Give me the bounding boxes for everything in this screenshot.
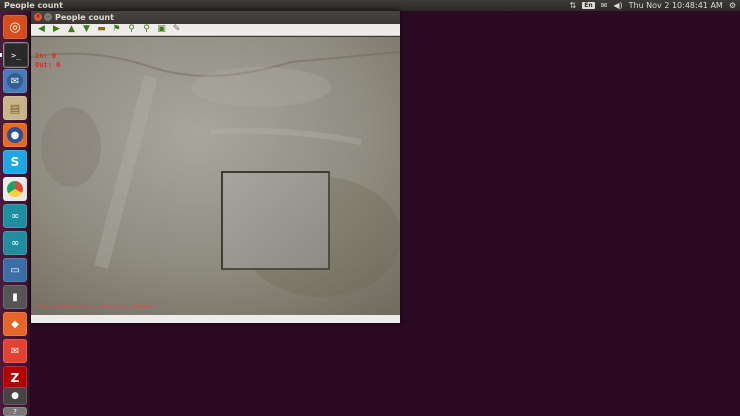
launcher: ◎ >_ ✉ ▤ ● S ∞ ∞ ▭ ▮ ◆ ✉ Z ● ? <box>0 11 31 416</box>
firefox-launcher[interactable]: ● <box>3 123 27 147</box>
chrome-launcher[interactable] <box>3 177 27 201</box>
thunderbird-launcher[interactable]: ✉ <box>3 69 27 93</box>
toolbar: ◀ ▶ ▲ ▼ ▬ ⚑ ⚲ ⚲ ▣ ✎ <box>31 24 400 36</box>
in-count-label: In: 0 <box>35 52 57 60</box>
arduino-icon: ∞ <box>10 237 20 249</box>
window-titlebar[interactable]: × – People count <box>31 11 400 24</box>
arduino-icon: ∞ <box>10 210 20 222</box>
active-app-name: People count <box>4 1 63 10</box>
speaker-icon[interactable]: ◀) <box>613 0 622 11</box>
chrome-icon <box>7 181 23 197</box>
zoom-in-icon[interactable]: ⚲ <box>125 24 138 35</box>
people-count-window: × – People count ◀ ▶ ▲ ▼ ▬ ⚑ ⚲ ⚲ ▣ ✎ In:… <box>31 11 400 323</box>
camera-status-text: Frame: 217/60 Hz Sensor: 1 Resolution: (… <box>38 304 154 309</box>
arrow-up-icon[interactable]: ▲ <box>65 24 78 35</box>
desktop: People count ⇅ En ✉ ◀) Thu Nov 2 10:48:4… <box>0 0 740 416</box>
skype-icon: S <box>10 155 20 169</box>
close-icon[interactable]: × <box>34 13 42 21</box>
arrow-left-icon[interactable]: ◀ <box>35 24 48 35</box>
unknown-app-launcher[interactable]: ? <box>3 407 27 416</box>
filezilla-icon: Z <box>10 371 20 385</box>
clock[interactable]: Thu Nov 2 10:48:41 AM <box>629 0 723 11</box>
brush-icon[interactable]: ✎ <box>170 24 183 35</box>
arduino-launcher-1[interactable]: ∞ <box>3 204 27 228</box>
mail-envelope-icon: ✉ <box>10 345 20 357</box>
window-title: People count <box>55 13 114 22</box>
camera-feed: In: 0 Out: 0 Frame: 217/60 Hz Sensor: 1 … <box>31 37 400 315</box>
network-updown-icon[interactable]: ⇅ <box>570 0 577 11</box>
thunderbird-icon: ✉ <box>7 73 23 89</box>
arrow-down-icon[interactable]: ▼ <box>80 24 93 35</box>
terminal-launcher[interactable]: >_ <box>3 42 29 68</box>
minimize-icon[interactable]: – <box>44 13 52 21</box>
mail-icon[interactable]: ✉ <box>601 0 608 11</box>
skype-launcher[interactable]: S <box>3 150 27 174</box>
archive-icon: ▤ <box>9 101 21 115</box>
sd-card-icon: ▮ <box>12 291 18 303</box>
shopping-bag-icon: ◆ <box>11 318 19 330</box>
camera-launcher[interactable]: ● <box>3 387 27 405</box>
question-icon: ? <box>13 407 17 416</box>
out-count-label: Out: 0 <box>35 61 61 69</box>
software-center-launcher[interactable]: ◆ <box>3 312 27 336</box>
flag-icon[interactable]: ⚑ <box>110 24 123 35</box>
gear-icon[interactable]: ⚙ <box>729 0 736 11</box>
camera-icon: ● <box>11 391 19 401</box>
save-icon[interactable]: ▣ <box>155 24 168 35</box>
terminal-icon: >_ <box>11 50 21 60</box>
top-panel: People count ⇅ En ✉ ◀) Thu Nov 2 10:48:4… <box>0 0 740 11</box>
gmail-launcher[interactable]: ✉ <box>3 339 27 363</box>
arduino-launcher-2[interactable]: ∞ <box>3 231 27 255</box>
ubuntu-logo-icon: ◎ <box>9 19 21 35</box>
system-tray: ⇅ En ✉ ◀) Thu Nov 2 10:48:41 AM ⚙ <box>570 0 736 11</box>
window-status-strip <box>31 315 400 323</box>
firefox-icon: ● <box>7 127 23 143</box>
ubuntu-dash-button[interactable]: ◎ <box>3 15 27 39</box>
remote-desktop-launcher[interactable]: ▭ <box>3 258 27 282</box>
camera-frame-image <box>31 37 400 315</box>
zoom-out-icon[interactable]: ⚲ <box>140 24 153 35</box>
image-icon[interactable]: ▬ <box>95 24 108 35</box>
arrow-right-icon[interactable]: ▶ <box>50 24 63 35</box>
remote-desktop-icon: ▭ <box>10 264 20 276</box>
sd-card-launcher[interactable]: ▮ <box>3 285 27 309</box>
files-launcher[interactable]: ▤ <box>3 96 27 120</box>
running-indicator <box>0 53 2 57</box>
keyboard-layout-indicator[interactable]: En <box>582 2 595 9</box>
